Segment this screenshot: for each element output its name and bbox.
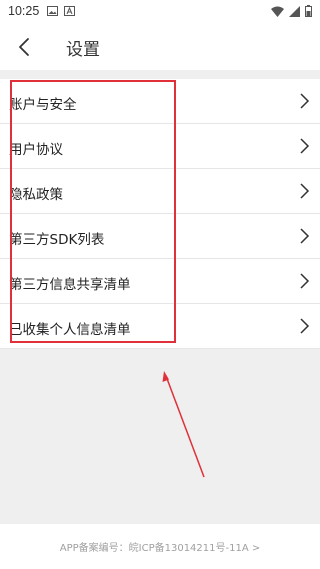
settings-item-privacy-policy[interactable]: 隐私政策 — [0, 169, 320, 214]
status-bar: 10:25 — [0, 0, 320, 22]
chevron-right-icon — [300, 273, 310, 289]
wifi-icon — [271, 6, 284, 17]
status-time: 10:25 — [8, 4, 40, 18]
icp-record-link[interactable]: APP备案编号：皖ICP备13014211号-11A > — [60, 539, 261, 554]
status-icons — [271, 5, 312, 17]
back-arrow-icon[interactable] — [14, 36, 36, 58]
chevron-right-icon — [300, 183, 310, 199]
settings-item-collected-info[interactable]: 已收集个人信息清单 — [0, 304, 320, 349]
settings-item-label: 第三方SDK列表 — [9, 232, 105, 248]
settings-item-label: 隐私政策 — [9, 187, 63, 203]
chevron-right-icon — [300, 93, 310, 109]
settings-item-third-party-sharing[interactable]: 第三方信息共享清单 — [0, 259, 320, 304]
settings-item-label: 第三方信息共享清单 — [9, 277, 131, 293]
chevron-right-icon — [300, 228, 310, 244]
signal-icon — [289, 5, 300, 17]
footer: APP备案编号：皖ICP备13014211号-11A > — [0, 524, 320, 569]
settings-item-label: 已收集个人信息清单 — [9, 322, 131, 338]
app-header: 设置 — [0, 22, 320, 70]
settings-item-user-agreement[interactable]: 用户协议 — [0, 124, 320, 169]
chevron-right-icon — [300, 138, 310, 154]
settings-list: 账户与安全 用户协议 隐私政策 第三方SDK列表 第三方信息共享清单 已收集个人… — [0, 79, 320, 349]
page-title: 设置 — [66, 40, 100, 60]
settings-item-label: 账户与安全 — [9, 97, 77, 113]
battery-icon — [305, 5, 312, 17]
image-icon — [47, 6, 59, 16]
settings-item-third-party-sdk[interactable]: 第三方SDK列表 — [0, 214, 320, 259]
font-icon — [64, 6, 76, 16]
chevron-right-icon — [300, 318, 310, 334]
settings-item-label: 用户协议 — [9, 142, 63, 158]
settings-item-account-security[interactable]: 账户与安全 — [0, 79, 320, 124]
